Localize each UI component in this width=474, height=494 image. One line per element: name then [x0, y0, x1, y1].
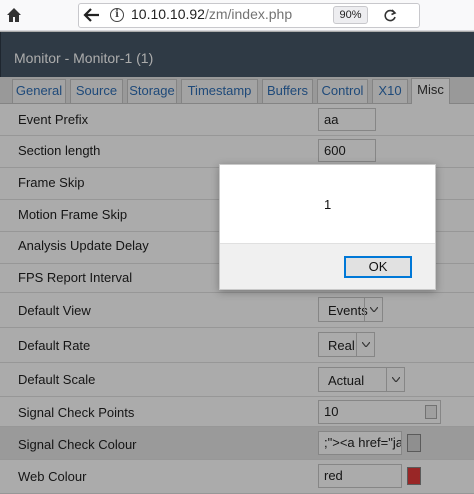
info-icon[interactable]: i — [110, 8, 124, 22]
ok-button[interactable]: OK — [344, 256, 412, 278]
home-icon[interactable] — [4, 5, 24, 25]
url-text[interactable]: 10.10.10.92/zm/index.php — [131, 6, 292, 22]
back-arrow-icon[interactable] — [80, 4, 104, 26]
alert-footer: OK — [220, 243, 435, 289]
alert-dialog: 1 OK — [219, 164, 436, 290]
url-host: 10.10.10.92 — [131, 6, 205, 22]
url-path: /zm/index.php — [204, 6, 293, 22]
alert-message: 1 — [324, 197, 332, 212]
reload-icon[interactable] — [380, 6, 400, 26]
zoom-level-badge[interactable]: 90% — [333, 6, 368, 24]
